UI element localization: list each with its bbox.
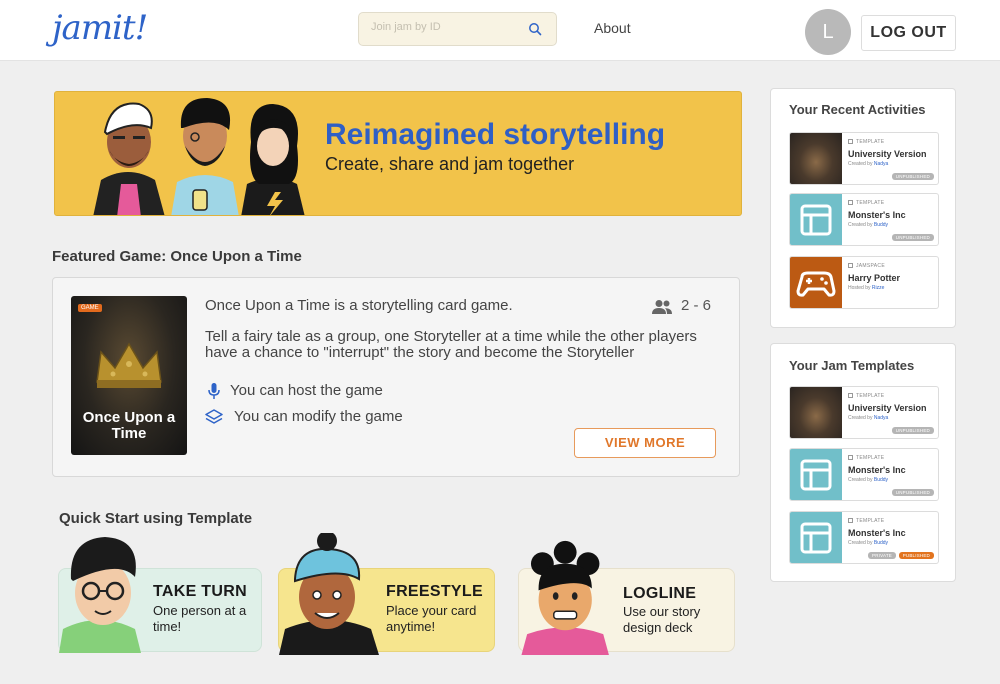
gamepad-thumb [790, 257, 842, 308]
jamit-logo[interactable]: jamit! [52, 8, 148, 48]
logline-character [521, 540, 609, 655]
take-turn-title: TAKE TURN [153, 583, 247, 600]
item-title: University Version [848, 403, 927, 413]
template-icon [848, 139, 853, 144]
logline-subtitle: Use our story design deck [623, 604, 701, 635]
template-icon [848, 393, 853, 398]
characters-illustration [93, 98, 305, 215]
status-badge: UNPUBLISHED [891, 234, 934, 241]
recent-item[interactable]: TEMPLATE University Version Created by N… [789, 132, 939, 185]
about-link[interactable]: About [594, 20, 631, 36]
join-jam-search[interactable] [358, 12, 557, 46]
item-author[interactable]: Rizze [872, 285, 885, 291]
template-icon [848, 200, 853, 205]
item-title: Monster's Inc [848, 528, 906, 538]
status-badge: UNPUBLISHED [891, 427, 934, 434]
freestyle-subtitle: Place your card anytime! [386, 603, 477, 634]
jam-templates-panel: Your Jam Templates TEMPLATE University V… [770, 343, 956, 582]
item-author[interactable]: Nadya [874, 415, 888, 421]
layout-icon [800, 204, 832, 236]
layout-icon [800, 522, 832, 554]
freestyle-card[interactable]: FREESTYLE Place your card anytime! [278, 533, 495, 655]
layers-icon [205, 409, 223, 424]
template-item[interactable]: TEMPLATE University Version Created by N… [789, 386, 939, 439]
template-item[interactable]: TEMPLATE Monster's Inc Created by Buddy … [789, 511, 939, 564]
freestyle-title: FREESTYLE [386, 583, 483, 600]
microphone-icon [208, 383, 220, 399]
recent-activities-title: Your Recent Activities [789, 102, 926, 117]
game-cover-image[interactable]: GAME Once Upon a Time [71, 296, 187, 455]
game-long-description: Tell a fairy tale as a group, one Storyt… [205, 328, 697, 361]
crown-photo-thumb [790, 133, 842, 184]
status-badge: UNPUBLISHED [891, 173, 934, 180]
hero-banner: Reimagined storytelling Create, share an… [54, 91, 742, 216]
item-by-prefix: Created by [848, 222, 873, 228]
template-icon [848, 518, 853, 523]
layout-thumb [790, 449, 842, 500]
gamepad-icon [796, 271, 836, 297]
top-header: jamit! About L LOG OUT [0, 0, 1000, 61]
modify-permission: You can modify the game [234, 408, 403, 425]
featured-section-title: Featured Game: Once Upon a Time [52, 248, 302, 265]
status-badge: UNPUBLISHED [891, 489, 934, 496]
item-type-label: TEMPLATE [856, 139, 885, 145]
item-title: University Version [848, 149, 927, 159]
user-avatar[interactable]: L [805, 9, 851, 55]
item-by-prefix: Created by [848, 540, 873, 546]
item-by-prefix: Created by [848, 477, 873, 483]
jamspace-icon [848, 263, 853, 268]
search-icon[interactable] [528, 22, 542, 36]
logline-card[interactable]: LOGLINE Use our story design deck [518, 540, 735, 655]
recent-item[interactable]: JAMSPACE Harry Potter Hosted by Rizze [789, 256, 939, 309]
logline-title: LOGLINE [623, 585, 697, 602]
item-type-label: TEMPLATE [856, 200, 885, 206]
item-type-label: TEMPLATE [856, 518, 885, 524]
crown-icon [96, 342, 162, 388]
private-badge: PRIVATE [868, 552, 896, 559]
logout-button[interactable]: LOG OUT [861, 15, 956, 51]
item-title: Monster's Inc [848, 465, 906, 475]
layout-thumb [790, 512, 842, 563]
template-item[interactable]: TEMPLATE Monster's Inc Created by Buddy … [789, 448, 939, 501]
banner-subtitle: Create, share and jam together [325, 154, 575, 174]
quick-start-title: Quick Start using Template [59, 510, 253, 527]
banner-title: Reimagined storytelling [325, 118, 666, 151]
layout-thumb [790, 194, 842, 245]
take-turn-character [59, 537, 141, 653]
game-cover-title: Once Upon a Time [82, 409, 176, 442]
take-turn-card[interactable]: TAKE TURN One person at a time! [58, 537, 262, 653]
view-more-button[interactable]: VIEW MORE [574, 428, 716, 458]
item-by-prefix: Created by [848, 161, 873, 167]
status-badge: PUBLISHED [898, 552, 934, 559]
item-author[interactable]: Nadya [874, 161, 888, 167]
item-type-label: JAMSPACE [856, 263, 885, 269]
template-icon [848, 455, 853, 460]
host-permission: You can host the game [230, 382, 383, 399]
take-turn-subtitle: One person at a time! [153, 603, 247, 634]
featured-game-card: GAME Once Upon a Time Once Upon a Time i… [52, 277, 740, 477]
item-author[interactable]: Buddy [874, 477, 888, 483]
game-badge: GAME [78, 304, 102, 312]
item-by-prefix: Hosted by [848, 285, 871, 291]
game-description: Once Upon a Time is a storytelling card … [205, 297, 513, 314]
players-icon [652, 300, 672, 314]
item-by-prefix: Created by [848, 415, 873, 421]
item-title: Harry Potter [848, 273, 901, 283]
item-title: Monster's Inc [848, 210, 906, 220]
item-author[interactable]: Buddy [874, 222, 888, 228]
jam-id-input[interactable] [371, 21, 521, 33]
item-author[interactable]: Buddy [874, 540, 888, 546]
jam-templates-title: Your Jam Templates [789, 358, 915, 373]
layout-icon [800, 459, 832, 491]
player-count: 2 - 6 [681, 297, 712, 314]
item-type-label: TEMPLATE [856, 455, 885, 461]
freestyle-character [279, 533, 379, 655]
crown-photo-thumb [790, 387, 842, 438]
recent-item[interactable]: TEMPLATE Monster's Inc Created by Buddy … [789, 193, 939, 246]
item-type-label: TEMPLATE [856, 393, 885, 399]
recent-activities-panel: Your Recent Activities TEMPLATE Universi… [770, 88, 956, 328]
